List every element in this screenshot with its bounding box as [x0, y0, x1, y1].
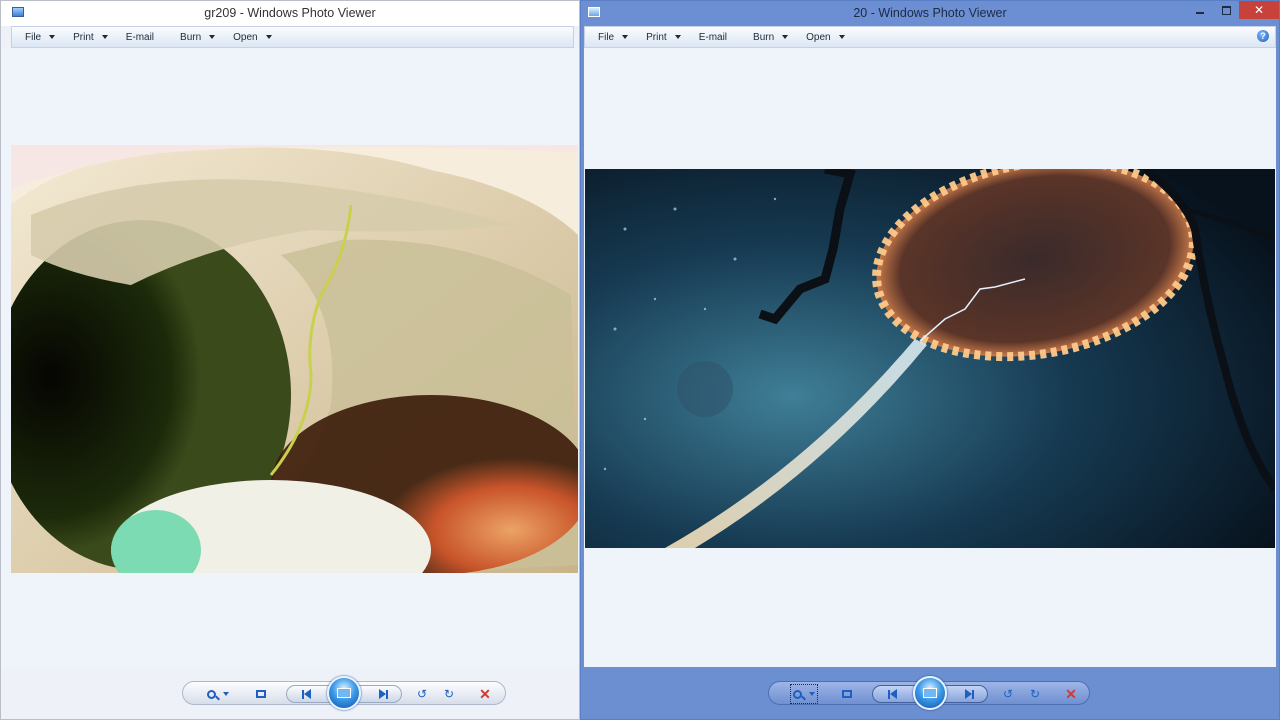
previous-icon: [301, 689, 311, 699]
next-button[interactable]: [959, 682, 979, 706]
menu-email[interactable]: E-mail: [686, 27, 727, 47]
delete-button[interactable]: ✕: [1062, 682, 1080, 706]
maximize-icon: [1221, 5, 1231, 15]
menu-label: Burn: [753, 31, 775, 43]
menu-bar: File Print E-mail Burn Open ?: [584, 26, 1276, 48]
chevron-down-icon: [782, 35, 789, 39]
rotate-counterclockwise-button[interactable]: ↺: [999, 682, 1017, 706]
photo-image[interactable]: [11, 145, 578, 573]
zoom-handle: [801, 695, 806, 701]
next-icon: [378, 689, 388, 699]
actual-size-icon: [842, 690, 852, 698]
rotate-clockwise-icon: ↻: [1029, 687, 1041, 701]
zoom-button[interactable]: [790, 684, 818, 704]
photo-viewer-window-left: gr209 - Windows Photo Viewer File Print …: [0, 0, 580, 720]
slideshow-icon: [923, 688, 937, 698]
slideshow-icon: [337, 688, 351, 698]
menu-burn[interactable]: Burn: [167, 27, 216, 47]
menu-label: Print: [73, 31, 94, 43]
menu-burn[interactable]: Burn: [740, 27, 789, 47]
previous-icon: [887, 689, 897, 699]
close-button[interactable]: ✕: [1239, 1, 1279, 19]
menu-file[interactable]: File: [12, 27, 56, 47]
actual-size-icon: [256, 690, 266, 698]
actual-size-button[interactable]: [251, 682, 271, 706]
slideshow-button[interactable]: [327, 676, 361, 710]
menu-print[interactable]: Print: [60, 27, 108, 47]
window-title: 20 - Windows Photo Viewer: [853, 6, 1007, 20]
title-bar[interactable]: 20 - Windows Photo Viewer ✕: [581, 1, 1279, 26]
next-icon: [964, 689, 974, 699]
chevron-down-icon: [838, 35, 845, 39]
control-pill: ↺ ↻ ✕: [182, 676, 506, 710]
rotate-counterclockwise-icon: ↺: [416, 687, 428, 701]
previous-button[interactable]: [296, 682, 316, 706]
menu-bar: File Print E-mail Burn Open: [11, 26, 574, 48]
menu-label: Print: [646, 31, 667, 43]
menu-label: File: [598, 31, 615, 43]
menu-label: Open: [806, 31, 831, 43]
menu-open[interactable]: Open: [793, 27, 845, 47]
chevron-down-icon: [809, 692, 815, 696]
control-pill: ↺ ↻ ✕: [768, 676, 1090, 710]
minimize-button[interactable]: [1187, 1, 1213, 19]
menu-open[interactable]: Open: [220, 27, 272, 47]
slideshow-button[interactable]: [913, 676, 947, 710]
chevron-down-icon: [674, 35, 681, 39]
delete-icon: ✕: [479, 686, 491, 702]
title-bar[interactable]: gr209 - Windows Photo Viewer: [1, 1, 579, 26]
rotate-clockwise-button[interactable]: ↻: [1026, 682, 1044, 706]
chevron-down-icon: [622, 35, 629, 39]
toolbar-bottom: ↺ ↻ ✕: [581, 667, 1279, 719]
help-icon[interactable]: ?: [1257, 30, 1269, 42]
menu-print[interactable]: Print: [633, 27, 681, 47]
rotate-counterclockwise-icon: ↺: [1002, 687, 1014, 701]
chevron-down-icon: [101, 35, 108, 39]
rotate-counterclockwise-button[interactable]: ↺: [413, 682, 431, 706]
chevron-down-icon: [265, 35, 272, 39]
rotate-clockwise-icon: ↻: [443, 687, 455, 701]
menu-label: E-mail: [698, 31, 728, 43]
menu-label: E-mail: [125, 31, 155, 43]
photo-graphic: [11, 145, 578, 573]
menu-label: Open: [233, 31, 258, 43]
photo-viewer-window-right: 20 - Windows Photo Viewer ✕ File Print E…: [580, 0, 1280, 720]
zoom-button[interactable]: [205, 682, 231, 706]
photo-image[interactable]: [585, 169, 1275, 548]
photo-graphic: [585, 169, 1275, 548]
delete-button[interactable]: ✕: [476, 682, 494, 706]
chevron-down-icon: [223, 692, 229, 696]
menu-email[interactable]: E-mail: [113, 27, 154, 47]
close-icon: ✕: [1253, 3, 1265, 17]
rotate-clockwise-button[interactable]: ↻: [440, 682, 458, 706]
previous-button[interactable]: [882, 682, 902, 706]
maximize-button[interactable]: [1213, 1, 1239, 19]
window-controls: ✕: [1187, 1, 1279, 19]
menu-label: Burn: [180, 31, 202, 43]
zoom-handle: [215, 695, 220, 701]
delete-icon: ✕: [1065, 686, 1077, 702]
actual-size-button[interactable]: [837, 682, 857, 706]
chevron-down-icon: [209, 35, 216, 39]
next-button[interactable]: [373, 682, 393, 706]
toolbar-bottom: ↺ ↻ ✕: [1, 667, 579, 719]
minimize-icon: [1196, 12, 1204, 14]
menu-file[interactable]: File: [585, 27, 629, 47]
chevron-down-icon: [49, 35, 56, 39]
window-title: gr209 - Windows Photo Viewer: [204, 6, 376, 20]
menu-label: File: [25, 31, 42, 43]
